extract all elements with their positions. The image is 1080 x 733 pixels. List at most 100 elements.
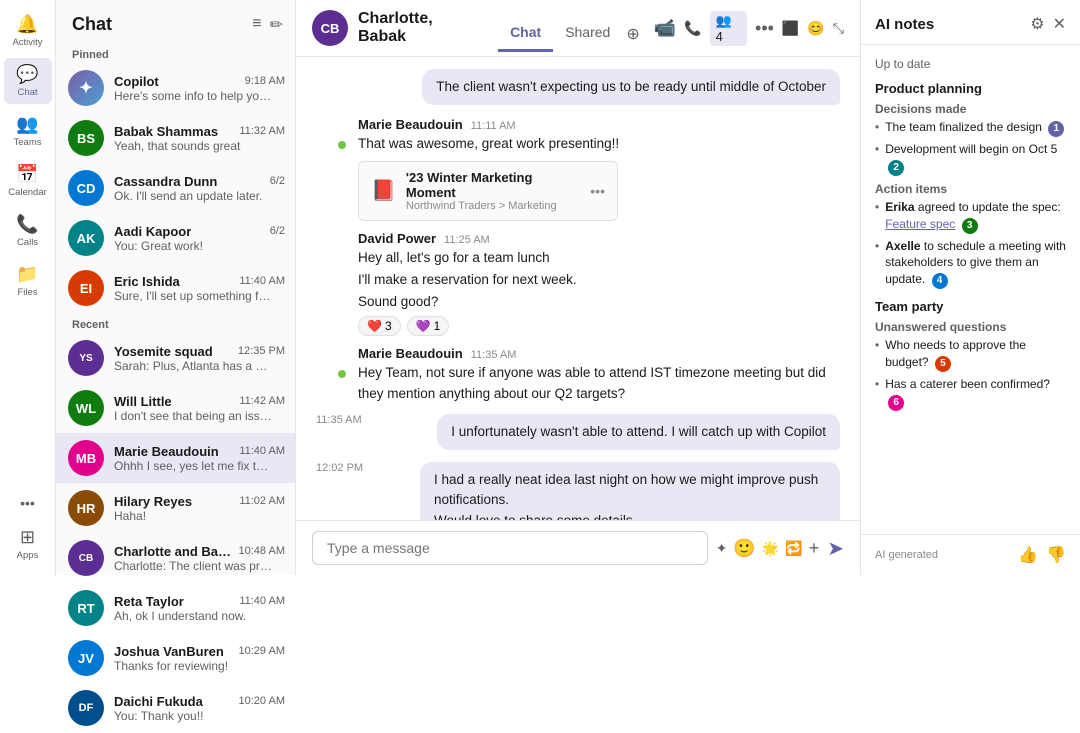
avatar-eric: EI (68, 270, 104, 306)
chat-preview-charlotte-babak: Charlotte: The client was pretty happy w… (114, 559, 274, 573)
sidebar-item-activity[interactable]: 🔔 Activity (4, 8, 52, 54)
chat-item-cassandra[interactable]: CD Cassandra Dunn 6/2 Ok. I'll send an u… (56, 163, 295, 213)
feature-spec-link[interactable]: Feature spec (885, 217, 955, 231)
reaction-heart[interactable]: ❤️3 (358, 316, 401, 336)
emoji-icon[interactable]: 🙂 (733, 538, 755, 559)
ai-section-team-party: Team party (875, 299, 1066, 314)
format-icon[interactable]: ✦ (716, 540, 728, 557)
activity-label: Activity (12, 37, 42, 48)
sidebar-item-calls[interactable]: 📞 Calls (4, 208, 52, 254)
chat-item-daichi[interactable]: DF Daichi Fukuda 10:20 AM You: Thank you… (56, 683, 295, 733)
ai-bullet-5: Who needs to approve the budget? 5 (875, 337, 1066, 372)
chat-item-babak[interactable]: BS Babak Shammas 11:32 AM Yeah, that sou… (56, 113, 295, 163)
attach-icon[interactable]: + (809, 538, 820, 559)
chat-time-copilot: 9:18 AM (245, 75, 285, 87)
chat-item-eric[interactable]: EI Eric Ishida 11:40 AM Sure, I'll set u… (56, 263, 295, 313)
more-options-icon[interactable]: ••• (755, 18, 774, 39)
file-info: '23 Winter Marketing Moment Northwind Tr… (406, 170, 580, 212)
loop-icon[interactable]: 🔁 (785, 540, 802, 557)
chat-item-reta[interactable]: RT Reta Taylor 11:40 AM Ah, ok I underst… (56, 583, 295, 633)
compose-icon[interactable]: ✏ (270, 15, 283, 35)
tab-chat[interactable]: Chat (498, 16, 553, 52)
share-screen-icon[interactable]: ⬛ (782, 20, 799, 37)
bubble-timestamp-2: 11:35 AM (316, 414, 362, 454)
avatar-copilot: ✦ (68, 70, 104, 106)
msg-text-david-1: Hey all, let's go for a team lunch (358, 248, 840, 268)
chat-item-joshua[interactable]: JV Joshua VanBuren 10:29 AM Thanks for r… (56, 633, 295, 683)
avatar-babak: BS (68, 120, 104, 156)
chat-list-actions: ≡ ✏ (252, 15, 283, 35)
ai-bullet-6: Has a caterer been confirmed? 6 (875, 376, 1066, 411)
message-input[interactable] (312, 531, 708, 565)
sidebar-item-teams[interactable]: 👥 Teams (4, 108, 52, 154)
file-card-marie[interactable]: 📕 '23 Winter Marketing Moment Northwind … (358, 161, 618, 221)
msg-time-david: 11:25 AM (444, 234, 490, 246)
activity-icon: 🔔 (16, 14, 38, 35)
msg-content-marie-2: Marie Beaudouin 11:35 AM Hey Team, not s… (358, 346, 840, 404)
ai-bullet-text-6: Has a caterer been confirmed? 6 (885, 376, 1066, 411)
chat-preview-aadi: You: Great work! (114, 239, 274, 253)
ai-settings-icon[interactable]: ⚙ (1030, 14, 1044, 34)
reaction-purple-heart[interactable]: 💜1 (407, 316, 450, 336)
ai-subsection-decisions: Decisions made (875, 102, 1066, 116)
chat-icon: 💬 (16, 64, 38, 85)
chat-preview-babak: Yeah, that sounds great (114, 139, 274, 153)
file-more-icon[interactable]: ••• (590, 183, 605, 199)
reactions-icon[interactable]: 😊 (807, 20, 824, 37)
file-icon: 📕 (371, 178, 396, 203)
chat-item-yosemite[interactable]: YS Yosemite squad 12:35 PM Sarah: Plus, … (56, 333, 295, 383)
thumbs-up-icon[interactable]: 👍 (1018, 545, 1038, 565)
chat-name-hilary: Hilary Reyes (114, 494, 192, 509)
chat-name-daichi: Daichi Fukuda (114, 694, 203, 709)
chat-name-copilot: Copilot (114, 74, 159, 89)
chat-name-will: Will Little (114, 394, 172, 409)
video-call-icon[interactable]: 📹 (654, 18, 676, 39)
input-toolbar: ✦ 🙂 🌟 🔁 + (716, 538, 820, 559)
chat-preview-eric: Sure, I'll set up something for next wee… (114, 289, 274, 303)
sidebar-item-apps[interactable]: ⊞ Apps (4, 521, 52, 567)
chat-item-marie[interactable]: MB Marie Beaudouin 11:40 AM Ohhh I see, … (56, 433, 295, 483)
chat-time-yosemite: 12:35 PM (238, 345, 285, 357)
chat-time-aadi: 6/2 (270, 225, 285, 237)
chat-item-charlotte-babak[interactable]: CB Charlotte and Babak 10:48 AM Charlott… (56, 533, 295, 583)
tab-shared[interactable]: Shared (553, 16, 622, 52)
message-input-area: ✦ 🙂 🌟 🔁 + ➤ (296, 520, 860, 575)
thumbs-down-icon[interactable]: 👎 (1046, 545, 1066, 565)
audio-call-icon[interactable]: 📞 (684, 20, 701, 37)
ai-close-icon[interactable]: ✕ (1053, 14, 1066, 34)
chat-header-tabs: Chat Shared ⊕ (498, 10, 644, 46)
add-tab-button[interactable]: ⊕ (622, 16, 643, 52)
sidebar-item-more[interactable]: ••• (4, 489, 52, 517)
sidebar-item-chat[interactable]: 💬 Chat (4, 58, 52, 104)
ai-subsection-action-items: Action items (875, 182, 1066, 196)
chat-name-aadi: Aadi Kapoor (114, 224, 191, 239)
avatar-will: WL (68, 390, 104, 426)
chat-item-copilot[interactable]: ✦ Copilot 9:18 AM Here's some info to he… (56, 63, 295, 113)
ai-footer: AI generated 👍 👎 (861, 534, 1080, 575)
chat-item-aadi[interactable]: AK Aadi Kapoor 6/2 You: Great work! (56, 213, 295, 263)
chat-name-babak: Babak Shammas (114, 124, 218, 139)
sticker-icon[interactable]: 🌟 (762, 540, 779, 557)
ai-bullet-text-4: Axelle to schedule a meeting with stakeh… (885, 238, 1066, 290)
bubble-timestamp-3: 12:02 PM (316, 462, 363, 520)
message-bubble-right-1: The client wasn't expecting us to be rea… (316, 69, 840, 111)
chat-preview-hilary: Haha! (114, 509, 274, 523)
send-button[interactable]: ➤ (827, 536, 844, 561)
expand-icon[interactable]: ⤡ (833, 20, 844, 37)
bubble-right-text-2: I unfortunately wasn't able to attend. I… (437, 414, 840, 450)
chat-item-will[interactable]: WL Will Little 11:42 AM I don't see that… (56, 383, 295, 433)
chat-item-hilary[interactable]: HR Hilary Reyes 11:02 AM Haha! (56, 483, 295, 533)
calendar-icon: 📅 (16, 164, 38, 185)
sidebar-item-files[interactable]: 📁 Files (4, 258, 52, 304)
participants-icon[interactable]: 👥 4 (710, 11, 747, 46)
msg-content-marie-1: Marie Beaudouin 11:11 AM That was awesom… (358, 117, 840, 220)
chat-time-cassandra: 6/2 (270, 175, 285, 187)
chat-preview-marie: Ohhh I see, yes let me fix that! (114, 459, 274, 473)
chat-list-panel: Chat ≡ ✏ Pinned ✦ Copilot 9:18 AM Here's… (56, 0, 296, 575)
avatar-charlotte-babak: CB (68, 540, 104, 576)
chat-info-aadi: Aadi Kapoor 6/2 You: Great work! (114, 224, 285, 253)
bubble-right-text-3: I had a really neat idea last night on h… (420, 462, 840, 520)
chat-preview-yosemite: Sarah: Plus, Atlanta has a growing tech.… (114, 359, 274, 373)
filter-icon[interactable]: ≡ (252, 15, 261, 35)
sidebar-item-calendar[interactable]: 📅 Calendar (4, 158, 52, 204)
